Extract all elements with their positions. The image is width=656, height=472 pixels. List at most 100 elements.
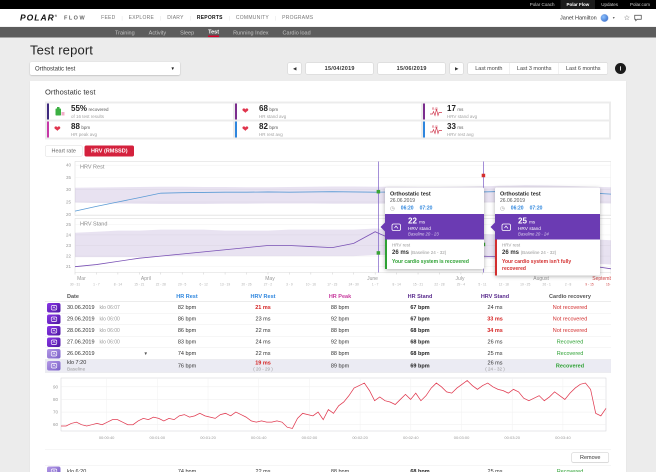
tab-test[interactable]: Test [208, 28, 219, 38]
clock-icon: ◷ [500, 205, 505, 212]
recovery-status-text: Your cardio system is recovered [392, 259, 479, 266]
date-range-controls: ◀ 15/04/2019 15/06/2019 ▶ Last month Las… [288, 63, 626, 75]
summary-label: HRV stand avg [447, 114, 477, 119]
nav-explore[interactable]: EXPLORE [129, 15, 154, 21]
tab-activity[interactable]: Activity [149, 28, 166, 36]
user-menu[interactable]: Janet Hamilton ▾ ☆ [560, 14, 642, 23]
date-cell: 26.06.2019▼ [67, 351, 149, 357]
summary-unit: ms [457, 107, 463, 112]
quick-range-group: Last month Last 3 months Last 6 months [468, 63, 608, 75]
heart-icon: ❤ [54, 126, 61, 134]
tab-cardio-load[interactable]: Cardio load [283, 28, 311, 36]
svg-text:00:02:40: 00:02:40 [403, 435, 419, 440]
svg-text:R-R: R-R [432, 125, 438, 129]
nav-programs[interactable]: PROGRAMS [282, 15, 313, 21]
range-last-6-months[interactable]: Last 6 months [559, 63, 608, 74]
link-polar-coach[interactable]: Polar Coach [524, 0, 561, 9]
heart-icon: ❤ [242, 108, 249, 116]
table-row[interactable]: 29.06.2019klo 06:0086 bpm23 ms92 bpm67 b… [45, 314, 611, 326]
test-type-dropdown[interactable]: Orthostatic test ▼ [30, 62, 180, 75]
tab-sleep[interactable]: Sleep [180, 28, 194, 36]
date-cell: 29.06.2019klo 06:00 [67, 316, 149, 322]
summary-label: HR stand avg [259, 114, 286, 119]
link-polar-flow[interactable]: Polar Flow [560, 0, 595, 9]
hrv-rest-value: 26 ms [392, 249, 409, 256]
svg-text:13 - 19: 13 - 19 [220, 283, 230, 287]
svg-text:6 - 12: 6 - 12 [199, 283, 208, 287]
table-row[interactable]: 28.06.2019klo 06:0086 bpm22 ms88 bpm68 b… [45, 325, 611, 337]
summary-unit: bpm [269, 107, 278, 112]
svg-text:25: 25 [66, 200, 72, 205]
svg-text:HRV Stand: HRV Stand [80, 222, 107, 228]
svg-text:9 - 15: 9 - 15 [585, 283, 594, 287]
nav-feed[interactable]: FEED [101, 15, 115, 21]
toggle-heart-rate[interactable]: Heart rate [45, 146, 82, 157]
table-row[interactable]: 26.06.2019▼74 bpm22 ms88 bpm68 bpm25 msR… [45, 348, 611, 360]
summary-card-of-16-test-results: 55%recoveredof 16 test results [47, 104, 233, 120]
summary-value: 33 [447, 122, 456, 131]
tooltip-time-end: 07:20 [530, 206, 543, 212]
tab-running-index[interactable]: Running Index [233, 28, 268, 36]
svg-text:10 - 16: 10 - 16 [306, 283, 316, 287]
svg-text:00:01:20: 00:01:20 [200, 435, 216, 440]
date-from-input[interactable]: 15/04/2019 [306, 63, 374, 75]
expand-caret-icon[interactable]: ▼ [144, 351, 148, 356]
hrv-trend-chart[interactable]: 4035302520HRV Rest2524232221HRV Stand30 … [45, 161, 611, 290]
summary-cards: 55%recoveredof 16 test results❤68bpmHR s… [45, 102, 611, 140]
summary-value: 68 [259, 104, 268, 113]
table-row[interactable]: 30.06.2019klo 06:0782 bpm21 ms88 bpm67 b… [45, 302, 611, 314]
hrv-stand-banner: 25 ms HRV stand Baseline 20 - 24 [495, 214, 600, 240]
tooltip-time-start: 06:20 [401, 206, 414, 212]
summary-card-hr-rest-avg: ❤82bpmHR rest avg [235, 122, 421, 138]
next-period-button[interactable]: ▶ [450, 63, 464, 75]
avatar[interactable] [601, 14, 609, 22]
test-results-table: DateHR RestHRV RestHR PeakHR StandHRV St… [45, 291, 611, 472]
hrv-rest-baseline: (Baseline 24 - 32) [521, 250, 557, 255]
link-updates[interactable]: Updates [595, 0, 624, 9]
orthostatic-watch-icon [390, 221, 403, 232]
range-last-3-months[interactable]: Last 3 months [510, 63, 559, 74]
date-to-input[interactable]: 15/06/2019 [378, 63, 446, 75]
summary-value: 88 [71, 122, 80, 131]
remove-button[interactable]: Remove [572, 452, 609, 462]
user-name: Janet Hamilton [560, 15, 597, 21]
prev-period-button[interactable]: ◀ [288, 63, 302, 75]
metric-toggle: Heart rate HRV (RMSSD) [45, 146, 611, 157]
summary-card-hr-peak-avg: ❤88bpmHR peak avg [47, 122, 233, 138]
nav-reports[interactable]: REPORTS [197, 15, 223, 21]
toggle-hrv-rmssd[interactable]: HRV (RMSSD) [84, 146, 134, 157]
feedback-chat-icon[interactable] [634, 14, 642, 21]
main-menu: FEED| EXPLORE| DIARY| REPORTS| COMMUNITY… [101, 15, 560, 21]
svg-text:40: 40 [66, 163, 72, 168]
hrv-stand-value: 22 [408, 217, 417, 226]
summary-unit: bpm [81, 125, 90, 130]
table-row[interactable]: 27.06.2019klo 06:0083 bpm24 ms92 bpm68 b… [45, 337, 611, 349]
svg-text:5 - 11: 5 - 11 [478, 283, 486, 287]
nav-diary[interactable]: DIARY [167, 15, 183, 21]
info-icon[interactable]: i [615, 63, 626, 74]
table-rows-bottom: klo 6:2074 bpm22 ms88 bpm68 bpm25 msReco… [45, 466, 611, 472]
date-cell: 30.06.2019klo 06:07 [67, 305, 149, 311]
heart-rate-curve-svg[interactable]: 9080706000:00:4000:01:0000:01:2000:01:40… [45, 376, 611, 446]
col-hrv-stand: HRV Stand [461, 293, 529, 299]
polar-logo[interactable]: POLAR® [20, 13, 58, 23]
tooltip-title: Orthostatic test [390, 191, 479, 197]
svg-text:70: 70 [53, 409, 59, 414]
tooltip-date: 26.06.2019 [390, 198, 479, 204]
table-rows-top: 30.06.2019klo 06:0782 bpm21 ms88 bpm67 b… [45, 302, 611, 373]
favorites-star-icon[interactable]: ☆ [624, 14, 630, 23]
range-last-month[interactable]: Last month [468, 63, 510, 74]
table-row[interactable]: klo 7:20Baseline76 bpm19 ms( 20 - 29 )89… [45, 360, 611, 373]
svg-text:29 - 4: 29 - 4 [457, 283, 466, 287]
svg-text:12 - 18: 12 - 18 [499, 283, 509, 287]
test-tooltip-right: Orthostatic test 26.06.2019 ◷ 06:20 07:2… [495, 188, 600, 276]
table-row[interactable]: klo 6:2074 bpm22 ms88 bpm68 bpm25 msReco… [45, 466, 611, 472]
svg-text:May: May [265, 276, 275, 282]
date-cell: 28.06.2019klo 06:00 [67, 328, 149, 334]
svg-text:00:02:00: 00:02:00 [302, 435, 318, 440]
nav-community[interactable]: COMMUNITY [236, 15, 269, 21]
summary-label: HRV rest avg [447, 132, 474, 137]
svg-text:90: 90 [53, 384, 59, 389]
tab-training[interactable]: Training [115, 28, 135, 36]
link-polar-com[interactable]: Polar.com [624, 0, 656, 9]
